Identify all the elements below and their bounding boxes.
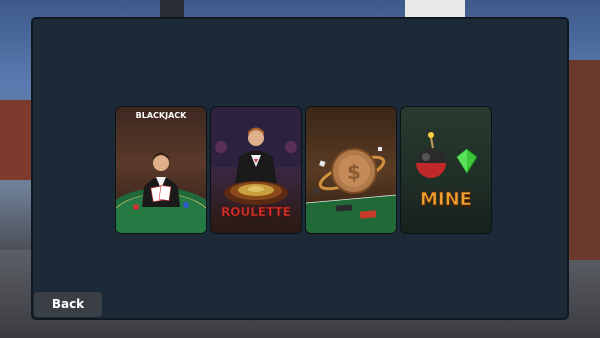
- game-card-blackjack[interactable]: BLACKJACK: [115, 106, 207, 234]
- dealer-icon: [116, 152, 206, 233]
- game-card-roulette[interactable]: ROULETTE: [210, 106, 302, 234]
- game-card-mine[interactable]: MINE: [400, 106, 492, 234]
- gem-icon: [456, 148, 478, 174]
- svg-text:$: $: [347, 160, 361, 184]
- game-cards-row: BLACKJACK ROULETTE $ MINE: [115, 106, 492, 234]
- background-pole: [160, 0, 184, 18]
- back-button[interactable]: Back: [34, 292, 102, 317]
- bomb-icon: [416, 132, 478, 178]
- game-title-mine: MINE: [420, 189, 473, 211]
- coin-icon: $: [306, 147, 396, 233]
- game-card-coin[interactable]: $: [305, 106, 397, 234]
- background-building-right: [566, 60, 600, 260]
- game-title-roulette: ROULETTE: [221, 205, 291, 220]
- game-title-blackjack: BLACKJACK: [135, 111, 187, 120]
